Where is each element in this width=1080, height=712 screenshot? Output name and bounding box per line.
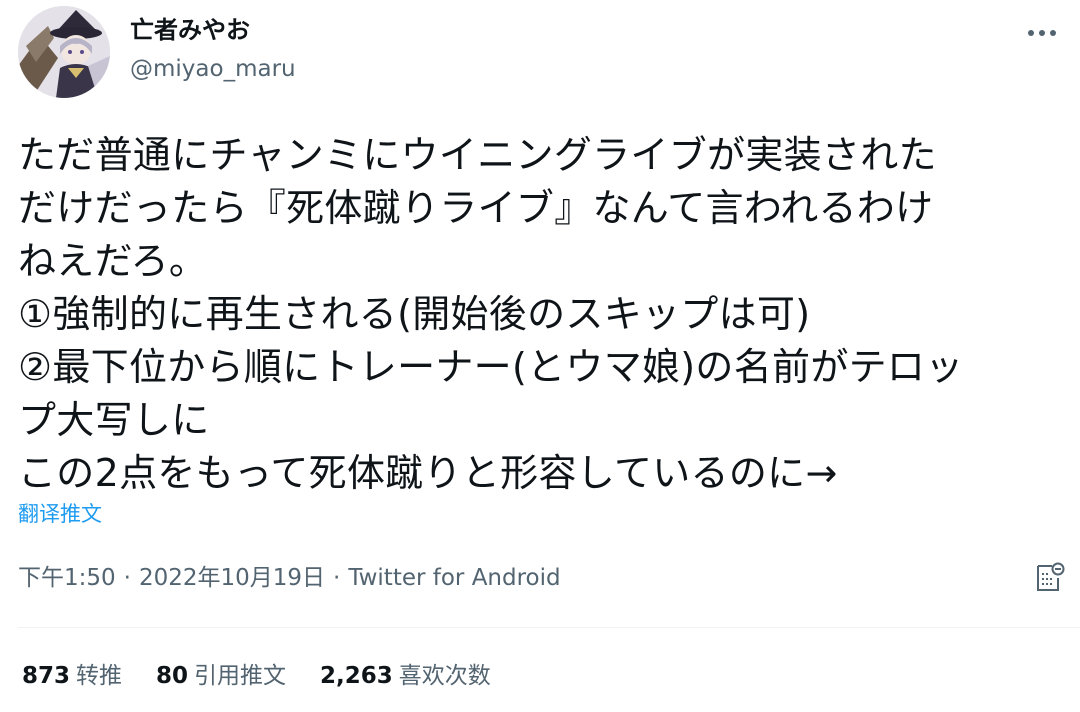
tweet-text: ただ普通にチャンミにウイニングライブが実装された だけだったら『死体蹴りライブ』… [18,133,964,495]
quotes-count: 80 [156,663,189,689]
user-handle[interactable]: @miyao_maru [130,52,296,86]
divider [18,627,1080,628]
user-name-block: 亡者みやお @miyao_maru [130,14,296,86]
tweet-source[interactable]: Twitter for Android [348,565,560,591]
tweet-analytics-icon [1037,562,1065,591]
retweets-label: 转推 [76,663,123,689]
retweets-stat[interactable]: 873 转推 [22,660,122,692]
more-horizontal-icon [1028,30,1056,36]
tweet-date[interactable]: 2022年10月19日 [139,565,325,591]
quotes-stat[interactable]: 80 引用推文 [156,660,286,692]
likes-count: 2,263 [320,663,393,689]
more-options-button[interactable] [1022,18,1062,48]
likes-stat[interactable]: 2,263 喜欢次数 [320,660,491,692]
meta-separator-2: · [333,565,341,591]
likes-label: 喜欢次数 [398,663,491,689]
quotes-label: 引用推文 [194,663,287,689]
avatar-image-icon [18,6,110,98]
tweet-analytics-button[interactable] [1030,560,1066,596]
tweet-stats: 873 转推 80 引用推文 2,263 喜欢次数 [22,660,491,692]
meta-separator: · [123,565,131,591]
tweet-header: 亡者みやお @miyao_maru [18,6,1062,98]
avatar[interactable] [18,6,110,98]
tweet-time[interactable]: 下午1:50 [18,565,116,591]
tweet-detail: 亡者みやお @miyao_maru ただ普通にチャンミにウイニングライブが実装さ… [0,0,1080,712]
display-name[interactable]: 亡者みやお [130,14,296,46]
retweets-count: 873 [22,663,71,689]
tweet-meta: 下午1:50 · 2022年10月19日 · Twitter for Android [18,562,561,594]
translate-tweet-link[interactable]: 翻译推文 [18,500,102,528]
